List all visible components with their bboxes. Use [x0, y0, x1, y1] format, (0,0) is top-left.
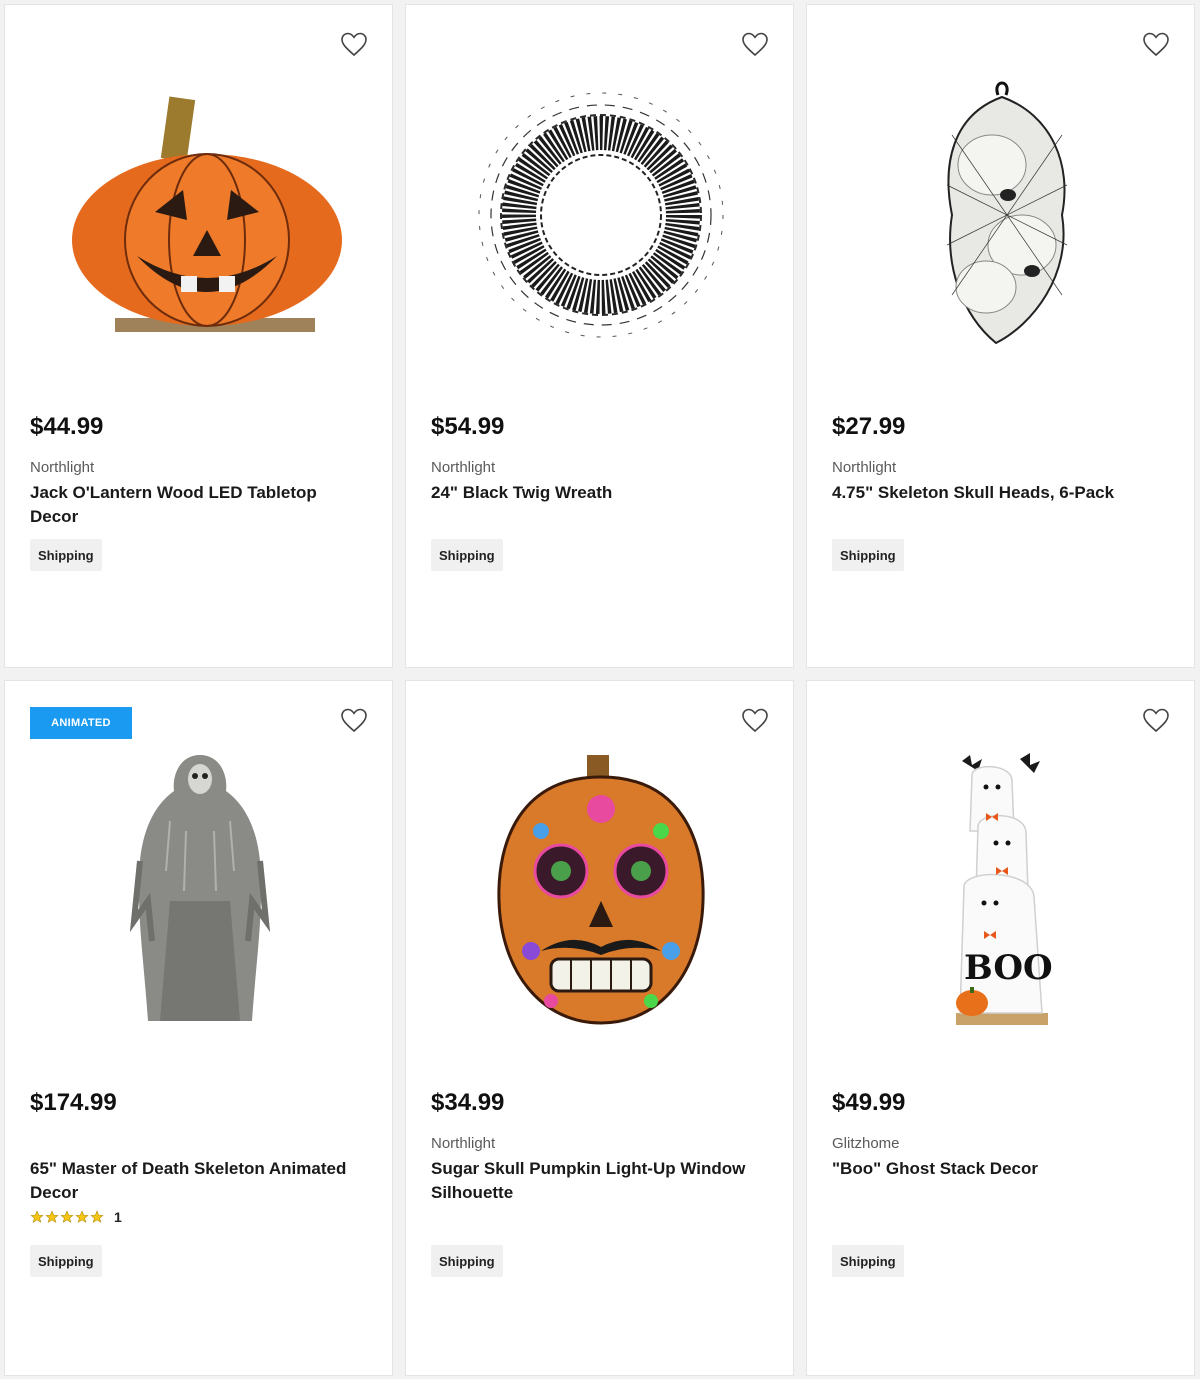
product-title[interactable]: Sugar Skull Pumpkin Light-Up Window Silh… [431, 1157, 751, 1205]
rating-stars [30, 1210, 104, 1224]
shipping-tag: Shipping [30, 1245, 102, 1277]
rating-count: 1 [114, 1209, 122, 1225]
star-icon [60, 1210, 74, 1223]
product-card[interactable]: ANIMATED $174.99 65" Master of Death Ske… [4, 680, 393, 1376]
shipping-tag: Shipping [832, 539, 904, 571]
shipping-tag: Shipping [832, 1245, 904, 1277]
product-card[interactable]: $27.99 Northlight 4.75" Skeleton Skull H… [806, 4, 1195, 668]
heart-icon[interactable] [1142, 707, 1170, 733]
jack-o-lantern-image[interactable] [45, 65, 355, 365]
star-icon [30, 1210, 44, 1223]
product-grid: $44.99 Northlight Jack O'Lantern Wood LE… [4, 4, 1195, 1376]
animated-badge: ANIMATED [30, 707, 132, 739]
heart-icon[interactable] [340, 31, 368, 57]
product-title[interactable]: "Boo" Ghost Stack Decor [832, 1157, 1152, 1181]
product-price: $44.99 [30, 413, 104, 440]
star-icon [75, 1210, 89, 1223]
product-title[interactable]: 4.75" Skeleton Skull Heads, 6-Pack [832, 481, 1152, 505]
product-title[interactable]: 65" Master of Death Skeleton Animated De… [30, 1157, 350, 1205]
product-card[interactable]: BOO $49.99 Glitzhome "Boo" Ghost Stack D… [806, 680, 1195, 1376]
product-price: $54.99 [431, 413, 505, 440]
svg-text:BOO: BOO [964, 948, 1053, 988]
sugar-skull-pumpkin-image[interactable] [446, 741, 756, 1041]
product-price: $49.99 [832, 1089, 906, 1116]
product-card[interactable]: $34.99 Northlight Sugar Skull Pumpkin Li… [405, 680, 794, 1376]
product-brand: Northlight [832, 459, 897, 476]
product-price: $34.99 [431, 1089, 505, 1116]
product-title[interactable]: 24" Black Twig Wreath [431, 481, 751, 505]
shipping-tag: Shipping [431, 539, 503, 571]
heart-icon[interactable] [741, 31, 769, 57]
product-price: $27.99 [832, 413, 906, 440]
product-brand: Northlight [431, 459, 496, 476]
product-rating: 1 [30, 1209, 122, 1225]
heart-icon[interactable] [1142, 31, 1170, 57]
product-card[interactable]: $54.99 Northlight 24" Black Twig Wreath … [405, 4, 794, 668]
twig-wreath-image[interactable] [446, 65, 756, 365]
product-price: $174.99 [30, 1089, 117, 1116]
product-card[interactable]: $44.99 Northlight Jack O'Lantern Wood LE… [4, 4, 393, 668]
star-icon [90, 1210, 104, 1223]
ghost-stack-image[interactable]: BOO [847, 741, 1157, 1041]
product-title[interactable]: Jack O'Lantern Wood LED Tabletop Decor [30, 481, 350, 529]
grim-reaper-image[interactable] [45, 741, 355, 1041]
shipping-tag: Shipping [431, 1245, 503, 1277]
heart-icon[interactable] [741, 707, 769, 733]
shipping-tag: Shipping [30, 539, 102, 571]
skull-heads-image[interactable] [847, 65, 1157, 365]
heart-icon[interactable] [340, 707, 368, 733]
star-icon [45, 1210, 59, 1223]
product-brand: Northlight [30, 459, 95, 476]
product-brand: Glitzhome [832, 1135, 900, 1152]
product-brand: Northlight [431, 1135, 496, 1152]
